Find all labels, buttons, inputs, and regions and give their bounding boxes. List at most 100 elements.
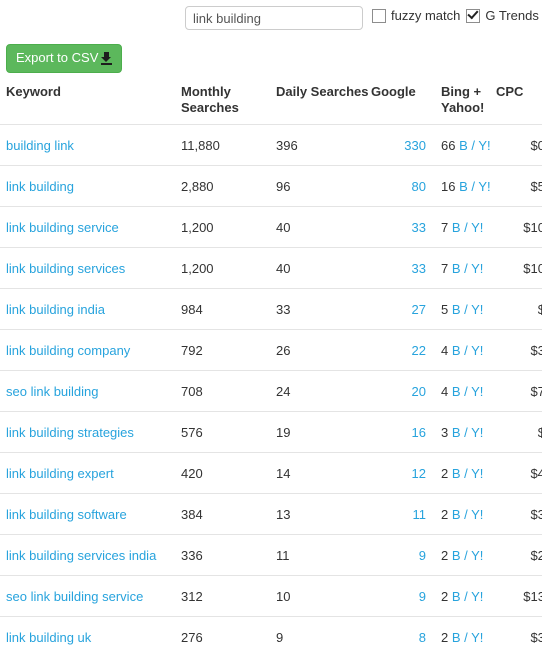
cell-cpc: $6.7 [496, 412, 542, 453]
column-header-keyword[interactable]: Keyword [0, 78, 181, 125]
cell-bing-yahoo: 2 B / Y! [430, 535, 496, 576]
cell-keyword: link building expert [0, 453, 181, 494]
yahoo-link[interactable]: Y! [471, 384, 483, 399]
keyword-link[interactable]: link building [6, 179, 74, 194]
yahoo-link[interactable]: Y! [471, 220, 483, 235]
fuzzy-match-checkbox[interactable] [372, 9, 386, 23]
bing-link[interactable]: B [452, 630, 461, 645]
table-row: link building india98433275 B / Y!$2.3 [0, 289, 542, 330]
g-trends-checkbox[interactable] [466, 9, 480, 23]
bing-link[interactable]: B [459, 179, 468, 194]
keyword-link[interactable]: building link [6, 138, 74, 153]
bing-count: 7 [441, 261, 448, 276]
cell-google: 16 [371, 412, 430, 453]
table-row: link building company79226224 B / Y!$3.0… [0, 330, 542, 371]
bing-count: 2 [441, 466, 448, 481]
cell-daily-searches: 10 [276, 576, 371, 617]
google-count-link[interactable]: 9 [419, 548, 426, 563]
table-row: link building uk276982 B / Y!$3.34 [0, 617, 542, 658]
export-to-csv-button[interactable]: Export to CSV [6, 44, 122, 73]
google-count-link[interactable]: 33 [412, 220, 426, 235]
google-count-link[interactable]: 330 [404, 138, 426, 153]
cell-bing-yahoo: 7 B / Y! [430, 207, 496, 248]
cell-keyword: link building services india [0, 535, 181, 576]
yahoo-link[interactable]: Y! [471, 466, 483, 481]
keyword-link[interactable]: link building india [6, 302, 105, 317]
google-count-link[interactable]: 27 [412, 302, 426, 317]
yahoo-link[interactable]: Y! [478, 179, 490, 194]
table-row: link building service1,20040337 B / Y!$1… [0, 207, 542, 248]
bing-link[interactable]: B [452, 261, 461, 276]
yahoo-link[interactable]: Y! [471, 589, 483, 604]
cell-google: 8 [371, 617, 430, 658]
google-count-link[interactable]: 9 [419, 589, 426, 604]
keyword-link[interactable]: link building expert [6, 466, 114, 481]
google-count-link[interactable]: 8 [419, 630, 426, 645]
column-header-daily-searches[interactable]: Daily Searches [276, 78, 371, 125]
bing-link[interactable]: B [452, 302, 461, 317]
bing-link[interactable]: B [452, 343, 461, 358]
search-field-wrapper [185, 6, 363, 30]
column-header-google[interactable]: Google [371, 78, 430, 125]
yahoo-link[interactable]: Y! [471, 425, 483, 440]
search-input[interactable] [185, 6, 363, 30]
cell-keyword: seo link building service [0, 576, 181, 617]
google-count-link[interactable]: 33 [412, 261, 426, 276]
bing-link[interactable]: B [452, 589, 461, 604]
keyword-link[interactable]: link building company [6, 343, 130, 358]
bing-count: 4 [441, 384, 448, 399]
bing-count: 2 [441, 548, 448, 563]
keyword-link[interactable]: seo link building [6, 384, 99, 399]
bing-yahoo-separator: / [461, 466, 472, 481]
bing-yahoo-group: 16 B / Y! [441, 179, 491, 194]
cell-daily-searches: 9 [276, 617, 371, 658]
yahoo-link[interactable]: Y! [471, 630, 483, 645]
cell-monthly-searches: 792 [181, 330, 276, 371]
bing-link[interactable]: B [459, 138, 468, 153]
google-count-link[interactable]: 12 [412, 466, 426, 481]
cell-monthly-searches: 420 [181, 453, 276, 494]
keyword-link[interactable]: link building software [6, 507, 127, 522]
cell-monthly-searches: 384 [181, 494, 276, 535]
cell-daily-searches: 24 [276, 371, 371, 412]
keyword-link[interactable]: link building services india [6, 548, 156, 563]
google-count-link[interactable]: 80 [412, 179, 426, 194]
keyword-link[interactable]: link building service [6, 220, 119, 235]
bing-link[interactable]: B [452, 220, 461, 235]
google-count-link[interactable]: 11 [413, 507, 427, 522]
cell-bing-yahoo: 3 B / Y! [430, 412, 496, 453]
google-count-link[interactable]: 20 [412, 384, 426, 399]
cell-google: 11 [371, 494, 430, 535]
bing-link[interactable]: B [452, 548, 461, 563]
bing-yahoo-separator: / [461, 261, 472, 276]
google-count-link[interactable]: 22 [412, 343, 426, 358]
yahoo-link[interactable]: Y! [471, 261, 483, 276]
yahoo-link[interactable]: Y! [471, 507, 483, 522]
cell-google: 33 [371, 207, 430, 248]
column-header-bing-yahoo[interactable]: Bing + Yahoo! [430, 78, 496, 125]
bing-yahoo-group: 2 B / Y! [441, 466, 483, 481]
yahoo-link[interactable]: Y! [471, 343, 483, 358]
cell-cpc: $4.29 [496, 453, 542, 494]
bing-yahoo-separator: / [461, 507, 472, 522]
cell-keyword: link building services [0, 248, 181, 289]
yahoo-link[interactable]: Y! [478, 138, 490, 153]
yahoo-link[interactable]: Y! [471, 548, 483, 563]
keyword-link[interactable]: link building services [6, 261, 125, 276]
keyword-link[interactable]: link building uk [6, 630, 91, 645]
cell-keyword: link building strategies [0, 412, 181, 453]
bing-link[interactable]: B [452, 466, 461, 481]
bing-link[interactable]: B [452, 507, 461, 522]
bing-yahoo-group: 2 B / Y! [441, 507, 483, 522]
column-header-monthly-searches[interactable]: Monthly Searches [181, 78, 276, 125]
bing-link[interactable]: B [452, 384, 461, 399]
bing-link[interactable]: B [452, 425, 461, 440]
cell-monthly-searches: 336 [181, 535, 276, 576]
column-header-cpc[interactable]: CPC [496, 78, 542, 125]
yahoo-link[interactable]: Y! [471, 302, 483, 317]
google-count-link[interactable]: 16 [412, 425, 426, 440]
cell-daily-searches: 11 [276, 535, 371, 576]
cell-daily-searches: 14 [276, 453, 371, 494]
keyword-link[interactable]: seo link building service [6, 589, 143, 604]
keyword-link[interactable]: link building strategies [6, 425, 134, 440]
